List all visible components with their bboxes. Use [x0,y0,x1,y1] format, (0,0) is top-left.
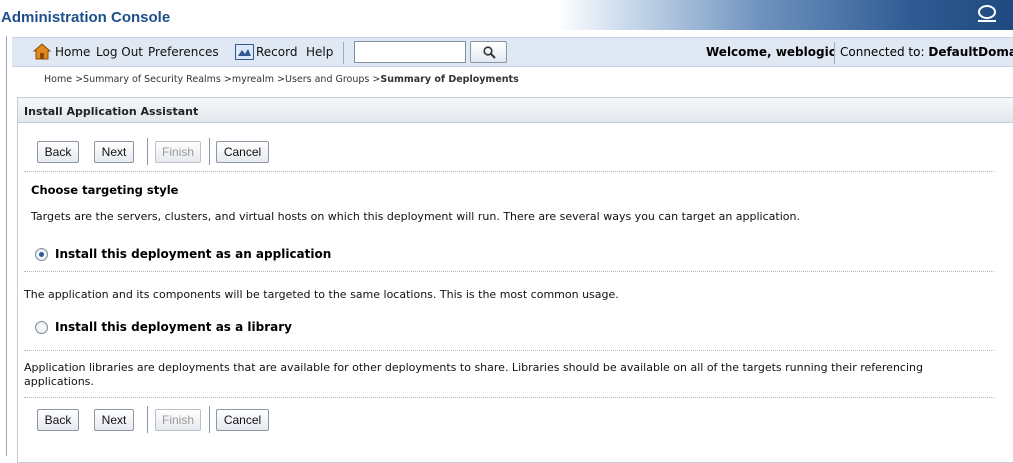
radio-install-as-library[interactable] [35,321,48,334]
button-divider [209,138,210,165]
divider [24,397,994,398]
connected-text: Connected to: DefaultDomain [840,45,1013,59]
bottom-button-row: Back Next Finish Cancel [18,404,1013,434]
breadcrumb-item-home[interactable]: Home [44,74,72,85]
search-input[interactable] [354,41,466,63]
preferences-link[interactable]: Preferences [148,45,219,59]
breadcrumb-separator: > [274,74,285,85]
breadcrumb-current: Summary of Deployments [380,74,519,85]
divider [24,350,994,351]
divider [24,171,994,172]
option-label[interactable]: Install this deployment as a library [55,320,292,334]
breadcrumb-item-myrealm[interactable]: myrealm [232,74,274,85]
back-button[interactable]: Back [37,141,79,163]
left-margin-rule [6,36,7,456]
connected-domain: DefaultDomain [928,45,1013,59]
toolbar-divider [834,42,835,64]
option-description: Application libraries are deployments th… [24,361,923,388]
top-button-row: Back Next Finish Cancel [18,136,1013,166]
toolbar-divider [343,42,344,64]
breadcrumb-item-security-realms[interactable]: Summary of Security Realms [83,74,221,85]
divider [24,271,994,272]
button-divider [209,406,210,433]
welcome-text: Welcome, weblogic [706,45,836,59]
finish-button[interactable]: Finish [155,141,201,163]
breadcrumb: Home >Summary of Security Realms >myreal… [44,74,519,85]
oracle-logo-icon [978,5,996,22]
radio-install-as-application[interactable] [35,248,48,261]
breadcrumb-item-users-groups[interactable]: Users and Groups [285,74,369,85]
next-button[interactable]: Next [94,141,134,163]
panel-title: Install Application Assistant [24,105,199,118]
record-icon[interactable] [235,44,254,60]
button-divider [147,406,148,433]
toolbar: Home Log Out Preferences Record Help Wel… [12,37,1013,67]
breadcrumb-separator: > [72,74,84,85]
help-link[interactable]: Help [306,45,333,59]
install-assistant-panel: Install Application Assistant Back Next … [17,97,1013,463]
home-link[interactable]: Home [55,45,90,59]
search-button[interactable] [470,41,507,63]
option-description: The application and its components will … [24,288,619,301]
connected-prefix: Connected to: [840,45,925,59]
breadcrumb-separator: > [369,74,381,85]
section-description: Targets are the servers, clusters, and v… [31,210,800,223]
cancel-button[interactable]: Cancel [216,141,269,163]
record-link[interactable]: Record [256,45,297,59]
app-title: Administration Console [1,9,171,26]
next-button[interactable]: Next [94,409,134,431]
home-icon[interactable] [33,43,51,61]
title-bar: Administration Console [0,0,1013,30]
breadcrumb-separator: > [220,74,232,85]
button-divider [147,138,148,165]
search-icon [483,46,496,59]
welcome-prefix: Welcome, [706,45,772,59]
option-label[interactable]: Install this deployment as an applicatio… [55,247,331,261]
welcome-user: weblogic [775,45,836,59]
finish-button[interactable]: Finish [155,409,201,431]
back-button[interactable]: Back [37,409,79,431]
logout-link[interactable]: Log Out [96,45,143,59]
section-heading: Choose targeting style [31,183,179,197]
panel-header: Install Application Assistant [18,98,1013,123]
cancel-button[interactable]: Cancel [216,409,269,431]
